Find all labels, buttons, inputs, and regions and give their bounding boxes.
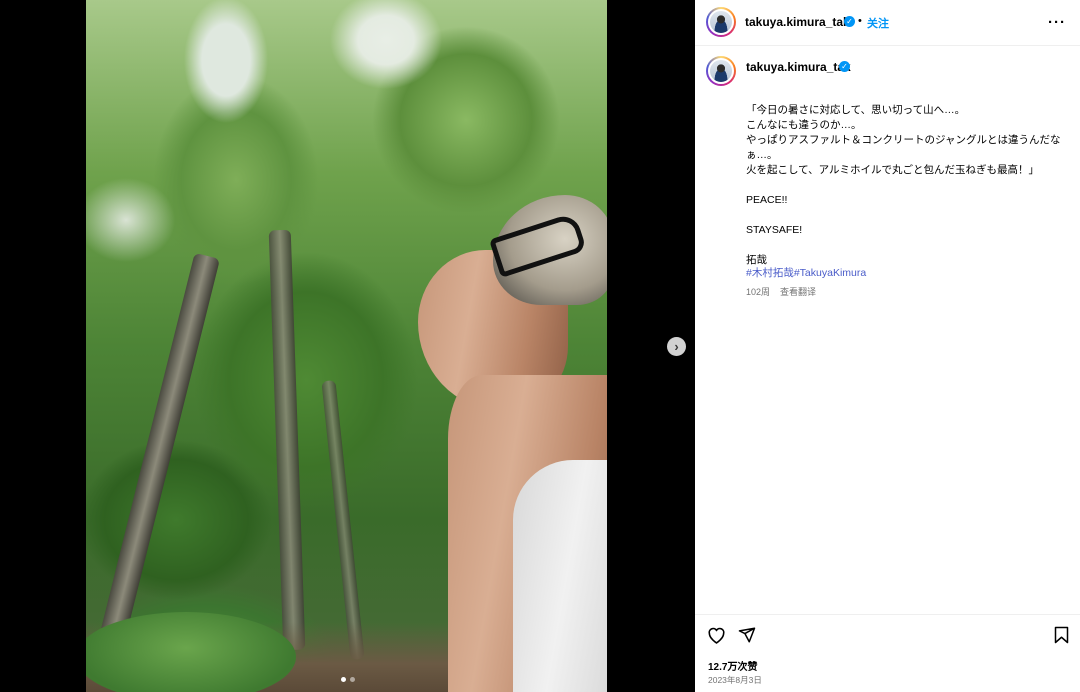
hashtag-link[interactable]: #TakuyaKimura xyxy=(794,267,866,279)
share-button[interactable] xyxy=(738,626,756,649)
post-header: takuya.kimura_tak ✓ • 关注 ··· xyxy=(695,0,1080,46)
post-footer: 12.7万次赞 2023年8月3日 xyxy=(695,614,1080,692)
caption-hashtags: #木村拓哉#TakuyaKimura xyxy=(746,265,866,280)
hashtag-link[interactable]: #木村拓哉 xyxy=(746,267,794,279)
post-age: 102周 xyxy=(746,287,771,297)
verified-badge-icon: ✓ xyxy=(844,16,855,27)
send-icon xyxy=(738,627,756,643)
verified-badge-icon: ✓ xyxy=(839,61,850,72)
carousel-dot xyxy=(350,677,355,682)
tank-top xyxy=(513,460,607,692)
follow-button[interactable]: 关注 xyxy=(867,15,889,31)
caption-avatar[interactable] xyxy=(706,56,736,86)
post-date: 2023年8月3日 xyxy=(708,675,762,685)
chevron-right-icon: › xyxy=(674,339,679,354)
like-button[interactable] xyxy=(707,626,726,649)
tree-trunk xyxy=(268,229,306,651)
person xyxy=(408,195,607,692)
more-options-icon[interactable]: ··· xyxy=(1048,14,1066,31)
tree-trunk xyxy=(98,252,220,648)
avatar[interactable] xyxy=(706,7,736,37)
carousel-dot-active xyxy=(341,677,346,682)
save-button[interactable] xyxy=(1054,626,1069,649)
post-photo[interactable] xyxy=(86,0,607,692)
header-username[interactable]: takuya.kimura_tak xyxy=(745,15,850,29)
heart-icon xyxy=(708,627,725,644)
caption-text: 「今日の暑さに対応して、思い切って山へ…。 こんなにも違うのか…。 やっぱりアス… xyxy=(746,104,1061,266)
carousel-indicator xyxy=(341,677,355,682)
instagram-post-modal: › takuya.kimura_tak ✓ • 关注 ··· takuya.ki… xyxy=(0,0,1080,692)
tree-trunk xyxy=(321,380,365,660)
caption-username[interactable]: takuya.kimura_tak xyxy=(746,60,851,74)
carousel-next-button[interactable]: › xyxy=(667,337,686,356)
post-sidebar: takuya.kimura_tak ✓ • 关注 ··· takuya.kimu… xyxy=(695,0,1080,692)
bookmark-icon xyxy=(1054,626,1069,644)
header-separator: • xyxy=(858,15,862,27)
media-pane: › xyxy=(0,0,695,692)
see-translation-link[interactable]: 查看翻译 xyxy=(780,287,816,297)
caption-meta: 102周 查看翻译 xyxy=(746,285,816,298)
like-count[interactable]: 12.7万次赞 xyxy=(708,658,757,673)
